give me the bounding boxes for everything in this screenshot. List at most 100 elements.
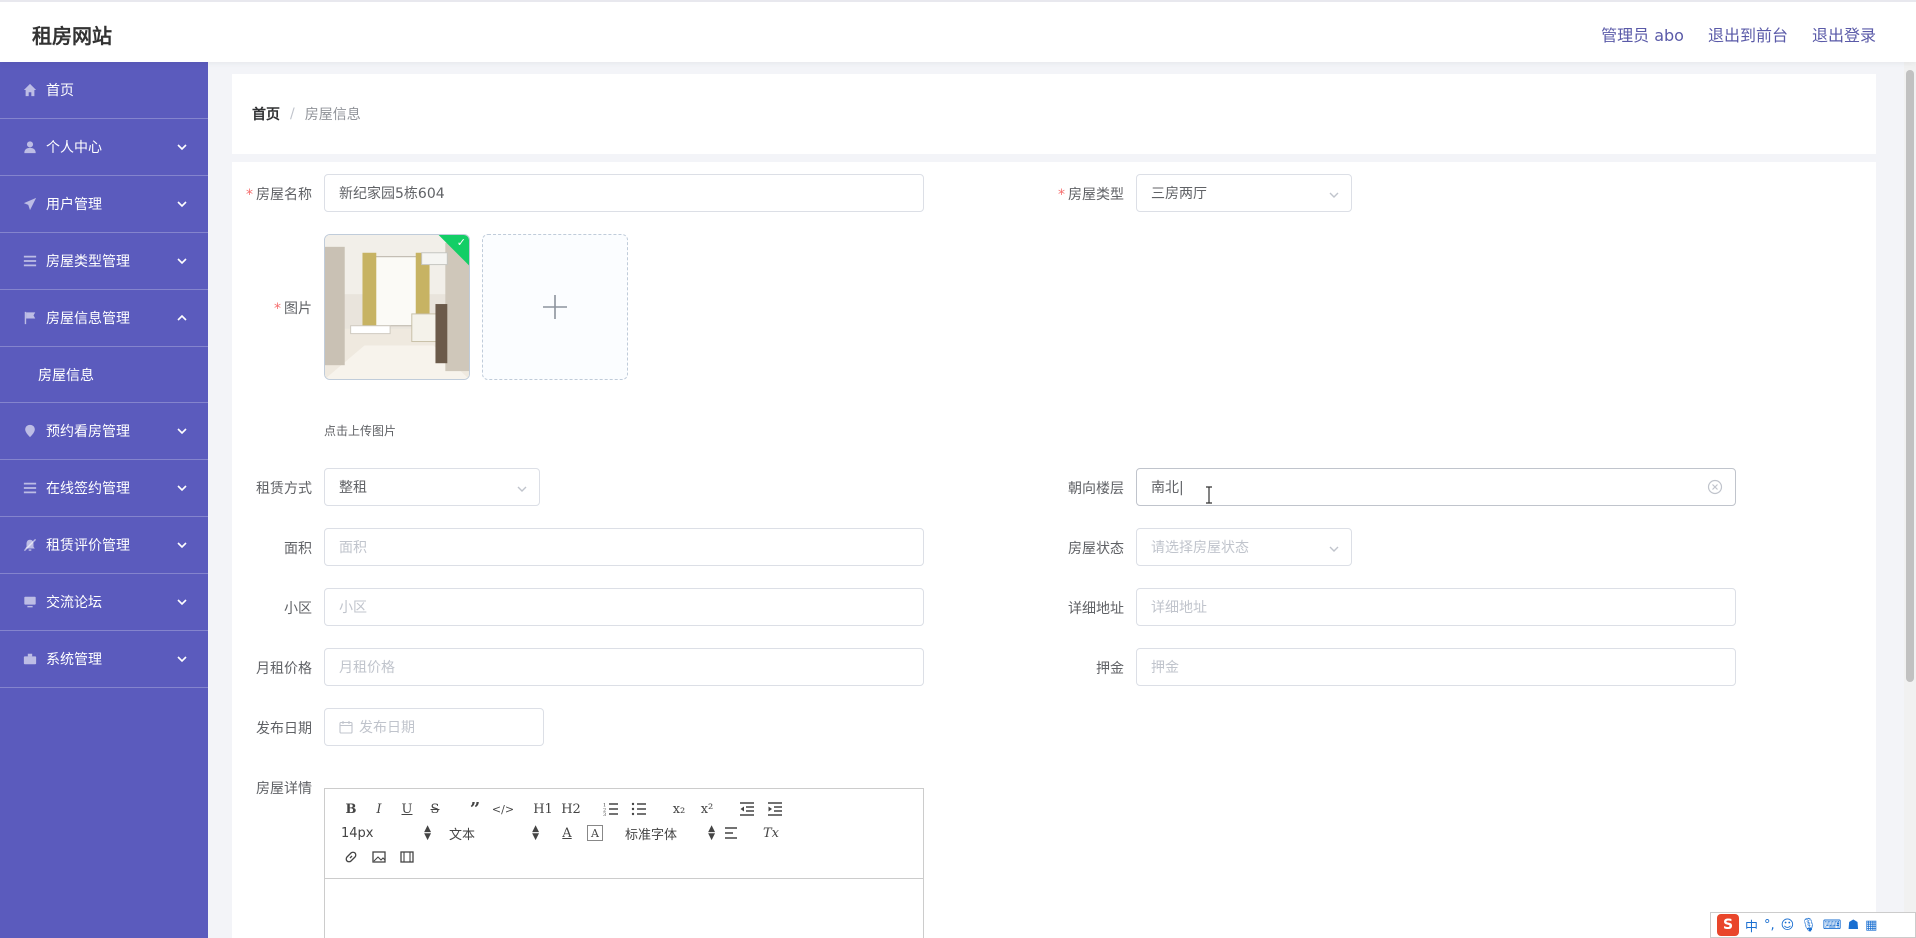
breadcrumb-home[interactable]: 首页 (252, 104, 280, 124)
updown-icon: ▲ ▼ (424, 824, 431, 842)
subscript-button[interactable]: x₂ (665, 797, 693, 821)
sidebar-item-home[interactable]: 首页 (0, 62, 208, 119)
code-block-button[interactable]: </> (489, 797, 517, 821)
sidebar-item-user-management[interactable]: 用户管理 (0, 176, 208, 233)
font-size-select[interactable]: 14px ▲ ▼ (337, 821, 433, 845)
editor-content-area[interactable] (325, 879, 923, 938)
outdent-icon (740, 802, 754, 816)
chevron-down-icon (176, 596, 188, 608)
chevron-down-icon (176, 425, 188, 437)
orientation-floor-label: 朝向楼层 (1068, 481, 1124, 497)
community-input[interactable]: 小区 (324, 588, 924, 626)
back-to-front-link[interactable]: 退出到前台 (1708, 22, 1788, 46)
link-button[interactable] (337, 845, 365, 869)
ime-language-toggle[interactable]: 中 (1745, 916, 1758, 935)
chevron-down-icon (1329, 542, 1339, 552)
align-left-icon (725, 827, 737, 839)
video-button[interactable] (393, 845, 421, 869)
uploaded-image-thumbnail[interactable]: ✓ (324, 234, 470, 380)
bullet-list-button[interactable] (625, 797, 653, 821)
ime-punctuation-toggle[interactable]: °, (1764, 918, 1775, 933)
align-button[interactable] (717, 821, 745, 845)
grid-menu-icon[interactable]: ▦ (1865, 918, 1877, 933)
house-name-input[interactable]: 新纪家园5栋604 (324, 174, 924, 212)
chevron-down-icon (517, 482, 527, 492)
rent-mode-select[interactable]: 整租 (324, 468, 540, 506)
sidebar-item-label: 首页 (46, 83, 74, 99)
header-2-button[interactable]: H2 (557, 797, 585, 821)
clear-icon[interactable] (1707, 479, 1723, 495)
area-label: 面积 (284, 541, 312, 557)
emoji-icon[interactable]: ☺ (1781, 918, 1795, 933)
chevron-down-icon (176, 198, 188, 210)
sidebar-item-label: 系统管理 (46, 652, 102, 668)
chevron-down-icon (176, 255, 188, 267)
page-scrollbar-thumb[interactable] (1906, 70, 1914, 682)
image-button[interactable] (365, 845, 393, 869)
underline-button[interactable]: U (393, 797, 421, 821)
chevron-down-icon (176, 653, 188, 665)
sidebar-item-label: 用户管理 (46, 197, 102, 213)
image-icon (372, 851, 386, 863)
bold-button[interactable]: B (337, 797, 365, 821)
area-input[interactable]: 面积 (324, 528, 924, 566)
outdent-button[interactable] (733, 797, 761, 821)
superscript-button[interactable]: x² (693, 797, 721, 821)
orientation-floor-value: 南北| (1151, 480, 1184, 496)
address-input[interactable]: 详细地址 (1136, 588, 1736, 626)
house-details-label: 房屋详情 (256, 781, 312, 797)
indent-button[interactable] (761, 797, 789, 821)
upload-add-button[interactable] (482, 234, 628, 380)
sidebar-item-rental-review[interactable]: 租赁评价管理 (0, 517, 208, 574)
sidebar-item-house-info-management[interactable]: 房屋信息管理 (0, 290, 208, 347)
strike-button[interactable]: S (421, 797, 449, 821)
blockquote-button[interactable]: ” (461, 797, 489, 821)
monitor-icon (22, 594, 38, 610)
background-color-button[interactable]: A (587, 825, 603, 841)
svg-text:3: 3 (603, 812, 606, 816)
flag-icon (22, 310, 38, 326)
house-status-placeholder: 请选择房屋状态 (1151, 540, 1249, 556)
sidebar-item-forum[interactable]: 交流论坛 (0, 574, 208, 631)
font-family-select[interactable]: 标准字体 ▲ ▼ (621, 821, 717, 845)
rent-mode-value: 整租 (339, 480, 367, 496)
sidebar-item-label: 房屋信息管理 (46, 311, 130, 327)
sidebar-item-label: 租赁评价管理 (46, 538, 130, 554)
video-icon (400, 851, 414, 863)
image-label: * 图片 (274, 301, 312, 317)
publish-date-picker[interactable]: 发布日期 (324, 708, 544, 746)
sidebar-item-system-management[interactable]: 系统管理 (0, 631, 208, 688)
sidebar-item-online-contract[interactable]: 在线签约管理 (0, 460, 208, 517)
skin-icon[interactable]: ☗ (1848, 918, 1860, 933)
italic-button[interactable]: I (365, 797, 393, 821)
top-header: 租房网站 管理员 abo 退出到前台 退出登录 (0, 0, 1916, 62)
monthly-rent-input[interactable]: 月租价格 (324, 648, 924, 686)
deposit-input[interactable]: 押金 (1136, 648, 1736, 686)
keyboard-icon[interactable]: ⌨ (1823, 918, 1842, 933)
sidebar-item-label: 交流论坛 (46, 595, 102, 611)
text-style-select[interactable]: 文本 ▲ ▼ (445, 821, 541, 845)
location-icon (22, 423, 38, 439)
sidebar-subitem-house-info[interactable]: 房屋信息 (0, 347, 208, 403)
ordered-list-button[interactable]: 123 (597, 797, 625, 821)
text-cursor-icon (1206, 486, 1212, 504)
orientation-floor-input[interactable]: 南北| (1136, 468, 1736, 506)
sidebar-item-viewing-appointment[interactable]: 预约看房管理 (0, 403, 208, 460)
chevron-up-icon (176, 312, 188, 324)
microphone-icon[interactable]: 🎙 (1800, 918, 1817, 933)
logout-link[interactable]: 退出登录 (1812, 22, 1876, 46)
house-type-select[interactable]: 三房两厅 (1136, 174, 1352, 212)
house-status-select[interactable]: 请选择房屋状态 (1136, 528, 1352, 566)
list-icon (22, 253, 38, 269)
sidebar-item-house-type-management[interactable]: 房屋类型管理 (0, 233, 208, 290)
sidebar-item-personal-center[interactable]: 个人中心 (0, 119, 208, 176)
sogou-logo-icon[interactable]: S (1717, 914, 1739, 936)
chevron-down-icon (176, 539, 188, 551)
clear-format-button[interactable]: Tx (757, 821, 785, 845)
font-color-button[interactable]: A (553, 821, 581, 845)
monthly-rent-label: 月租价格 (256, 661, 312, 677)
header-1-button[interactable]: H1 (529, 797, 557, 821)
home-icon (22, 82, 38, 98)
ime-toolbar: S 中 °, ☺ 🎙 ⌨ ☗ ▦ (1710, 912, 1916, 938)
rich-text-editor: B I U S ” </> H1 H2 123 x₂ x² 14px ▲ ▼ 文本 ▲… (324, 788, 924, 938)
